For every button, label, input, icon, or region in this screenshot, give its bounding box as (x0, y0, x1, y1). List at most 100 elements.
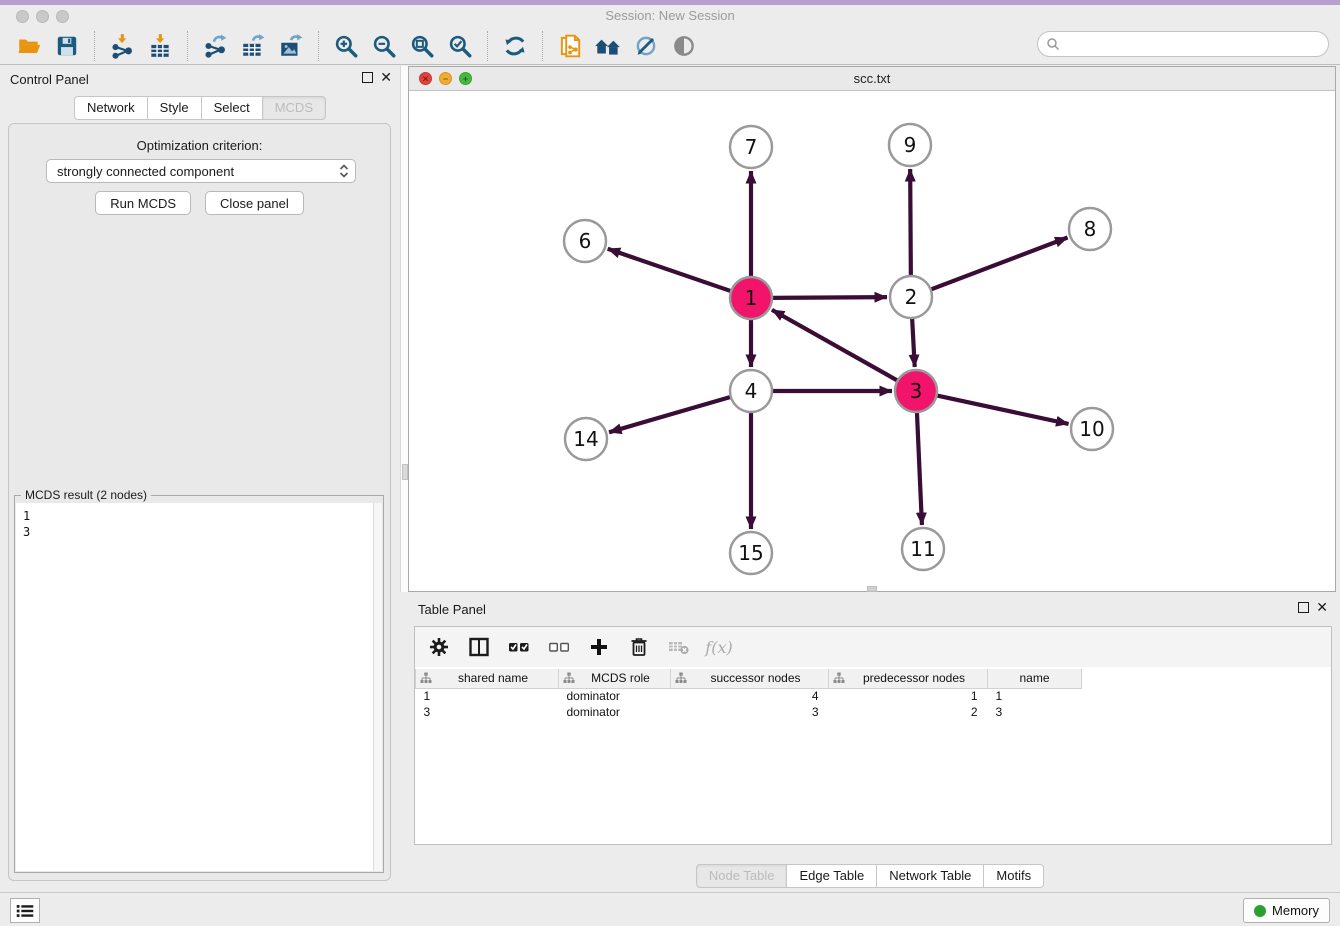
import-network-icon[interactable] (107, 32, 137, 60)
table-header-row: shared name MCDS role successor nodes pr… (416, 669, 1082, 688)
export-image-icon[interactable] (276, 32, 306, 60)
column-predecessor-nodes[interactable]: predecessor nodes (829, 669, 988, 688)
show-columns-icon[interactable] (467, 635, 491, 659)
node-label-8: 8 (1084, 217, 1097, 241)
mcds-panel: Optimization criterion: strongly connect… (8, 123, 391, 881)
zoom-out-icon[interactable] (369, 32, 399, 60)
column-shared-name[interactable]: shared name (416, 669, 559, 688)
search-icon (1046, 37, 1060, 51)
import-table-icon[interactable] (145, 32, 175, 60)
node-label-15: 15 (738, 541, 763, 565)
edge-4-14[interactable] (609, 397, 731, 432)
search-input[interactable] (1064, 37, 1328, 51)
criterion-select[interactable]: strongly connected component (46, 159, 356, 183)
tab-select[interactable]: Select (201, 96, 262, 120)
select-all-icon[interactable] (507, 635, 531, 659)
attribute-icon (420, 672, 432, 684)
first-neighbors-icon[interactable] (593, 32, 623, 60)
task-history-button[interactable] (10, 898, 40, 923)
toolbar-separator (318, 31, 319, 61)
tab-motifs[interactable]: Motifs (983, 864, 1044, 888)
node-label-7: 7 (745, 135, 758, 159)
toolbar-separator (542, 31, 543, 61)
network-view-title: scc.txt (409, 71, 1335, 86)
node-label-11: 11 (910, 537, 935, 561)
tab-node-table[interactable]: Node Table (696, 864, 787, 888)
close-panel-icon[interactable]: ✕ (380, 72, 392, 83)
column-mcds-role[interactable]: MCDS role (559, 669, 671, 688)
deselect-all-icon[interactable] (547, 635, 571, 659)
node-label-3: 3 (910, 379, 923, 403)
workspace: ✕ − + scc.txt 7968124314101511 Table Pan… (400, 65, 1340, 892)
save-session-icon[interactable] (52, 32, 82, 60)
duplicate-network-icon[interactable] (555, 32, 585, 60)
float-panel-icon[interactable] (362, 72, 373, 83)
node-label-14: 14 (573, 427, 598, 451)
node-label-2: 2 (905, 285, 918, 309)
delete-table-icon (667, 635, 691, 659)
main-toolbar (0, 28, 1340, 65)
show-hide-details-icon[interactable] (669, 32, 699, 60)
network-window-titlebar: ✕ − + scc.txt (409, 67, 1335, 91)
node-label-6: 6 (579, 229, 592, 253)
mcds-result-title: MCDS result (2 nodes) (21, 488, 151, 502)
edge-2-8[interactable] (931, 238, 1068, 290)
function-builder-icon: f(x) (707, 635, 731, 659)
column-name[interactable]: name (988, 669, 1082, 688)
refresh-icon[interactable] (500, 32, 530, 60)
zoom-selected-icon[interactable] (445, 32, 475, 60)
network-canvas[interactable]: 7968124314101511 (409, 91, 1337, 593)
attribute-icon (563, 672, 575, 684)
panel-splitter[interactable] (400, 66, 408, 592)
open-session-icon[interactable] (14, 32, 44, 60)
view-resize-handle[interactable] (867, 586, 877, 592)
export-table-icon[interactable] (238, 32, 268, 60)
node-label-1: 1 (745, 286, 758, 310)
tab-mcds[interactable]: MCDS (262, 96, 326, 120)
search-field[interactable] (1037, 31, 1329, 57)
table-options-icon[interactable] (427, 635, 451, 659)
tab-edge-table[interactable]: Edge Table (786, 864, 876, 888)
table-row[interactable]: 1 dominator 4 1 1 (416, 688, 1082, 704)
close-table-panel-icon[interactable]: ✕ (1316, 602, 1328, 613)
table-toolbar: f(x) (415, 627, 1331, 667)
edge-3-10[interactable] (937, 395, 1069, 424)
memory-label: Memory (1272, 903, 1319, 918)
apply-style-icon[interactable] (631, 32, 661, 60)
column-successor-nodes[interactable]: successor nodes (671, 669, 829, 688)
attribute-icon (833, 672, 845, 684)
tab-network-table[interactable]: Network Table (876, 864, 983, 888)
node-label-4: 4 (745, 379, 758, 403)
session-title: Session: New Session (0, 8, 1340, 23)
export-network-icon[interactable] (200, 32, 230, 60)
float-table-panel-icon[interactable] (1298, 602, 1309, 613)
mcds-result-group: MCDS result (2 nodes) 1 3 (14, 495, 384, 873)
fit-content-icon[interactable] (407, 32, 437, 60)
chevron-up-down-icon (339, 163, 349, 179)
edge-3-11[interactable] (917, 412, 922, 525)
memory-status-icon (1254, 905, 1266, 917)
control-panel: Control Panel ✕ Network Style Select MCD… (0, 65, 400, 892)
result-scrollbar[interactable] (373, 503, 382, 871)
edge-1-6[interactable] (608, 249, 731, 291)
close-panel-button[interactable]: Close panel (205, 191, 304, 215)
memory-button[interactable]: Memory (1243, 898, 1330, 923)
control-panel-tabs: Network Style Select MCDS (0, 96, 400, 120)
zoom-in-icon[interactable] (331, 32, 361, 60)
edge-2-3[interactable] (912, 318, 915, 367)
table-panel: Table Panel ✕ (400, 596, 1340, 892)
add-row-icon[interactable] (587, 635, 611, 659)
edge-3-1[interactable] (772, 310, 898, 381)
node-table: shared name MCDS role successor nodes pr… (415, 669, 1082, 720)
edge-2-9[interactable] (910, 169, 911, 276)
table-row[interactable]: 3 dominator 3 2 3 (416, 704, 1082, 720)
tab-style[interactable]: Style (147, 96, 201, 120)
tab-network[interactable]: Network (74, 96, 147, 120)
mcds-result-text: 1 3 (16, 503, 373, 871)
delete-row-icon[interactable] (627, 635, 651, 659)
optimization-criterion-label: Optimization criterion: (9, 138, 390, 153)
edge-1-2[interactable] (772, 297, 887, 298)
node-label-9: 9 (904, 133, 917, 157)
attribute-icon (675, 672, 687, 684)
run-mcds-button[interactable]: Run MCDS (95, 191, 191, 215)
